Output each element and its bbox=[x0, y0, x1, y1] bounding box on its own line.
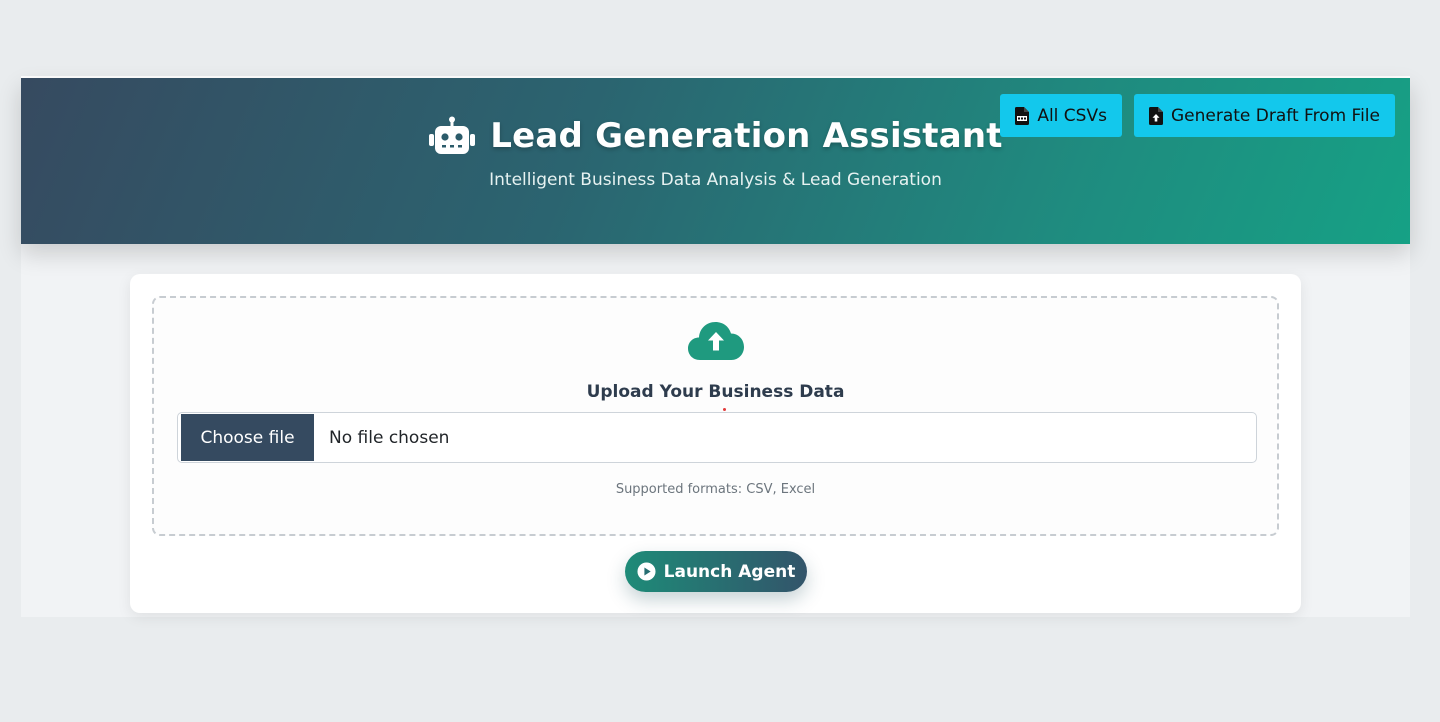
page-title: Lead Generation Assistant bbox=[490, 116, 1003, 156]
generate-draft-button[interactable]: Generate Draft From File bbox=[1133, 94, 1395, 137]
app-frame: Lead Generation Assistant Intelligent Bu… bbox=[21, 76, 1410, 617]
csv-file-icon bbox=[1015, 106, 1030, 125]
all-csvs-label: All CSVs bbox=[1037, 105, 1107, 126]
robot-icon bbox=[429, 116, 476, 154]
file-upload-icon bbox=[1148, 106, 1163, 125]
upload-dropzone[interactable]: Upload Your Business Data Choose file No… bbox=[152, 296, 1279, 536]
generate-draft-label: Generate Draft From File bbox=[1170, 105, 1380, 126]
all-csvs-button[interactable]: All CSVs bbox=[1000, 94, 1122, 137]
required-indicator bbox=[723, 408, 726, 411]
upload-title: Upload Your Business Data bbox=[586, 382, 845, 402]
cloud-upload-icon bbox=[687, 322, 744, 360]
header-banner: Lead Generation Assistant Intelligent Bu… bbox=[21, 78, 1410, 244]
play-circle-icon bbox=[637, 562, 656, 581]
launch-agent-button[interactable]: Launch Agent bbox=[625, 551, 807, 592]
supported-formats-text: Supported formats: CSV, Excel bbox=[615, 482, 816, 497]
file-input[interactable]: Choose file No file chosen bbox=[177, 412, 1257, 463]
launch-agent-label: Launch Agent bbox=[663, 561, 796, 582]
upload-card: Upload Your Business Data Choose file No… bbox=[130, 274, 1301, 613]
page-subtitle: Intelligent Business Data Analysis & Lea… bbox=[489, 170, 942, 190]
header-buttons: All CSVs Generate Draft From File bbox=[1000, 94, 1395, 137]
file-status-text: No file chosen bbox=[329, 427, 450, 448]
choose-file-button[interactable]: Choose file bbox=[181, 414, 314, 461]
